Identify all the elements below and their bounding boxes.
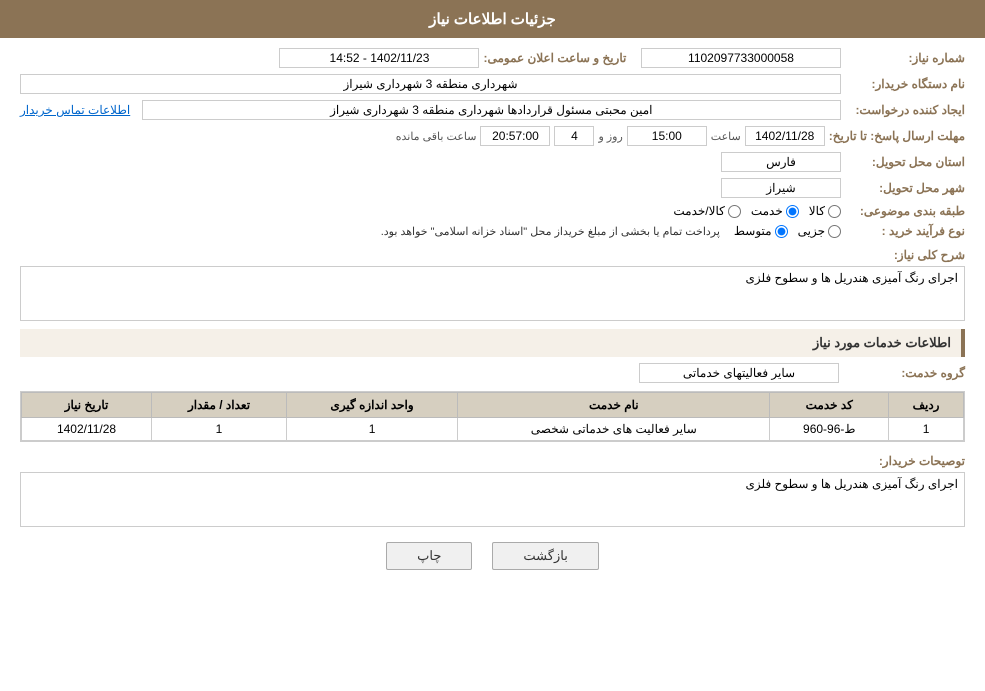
category-label-khedmat: خدمت [751, 204, 783, 218]
deadline-remaining-label: ساعت باقی مانده [396, 130, 477, 143]
table-cell-date: 1402/11/28 [22, 418, 152, 441]
col-header-unit: واحد اندازه گیری [286, 393, 457, 418]
category-option-khedmat[interactable]: خدمت [751, 204, 799, 218]
col-header-code: کد خدمت [770, 393, 889, 418]
category-option-kala-khedmat[interactable]: کالا/خدمت [673, 204, 740, 218]
category-radio-group: کالا خدمت کالا/خدمت [673, 204, 841, 218]
service-group-value: سایر فعالیتهای خدماتی [639, 363, 839, 383]
category-option-kala[interactable]: کالا [809, 204, 841, 218]
process-radio-group: جزیی متوسط [734, 224, 841, 238]
page-title: جزئیات اطلاعات نیاز [429, 11, 556, 28]
need-desc-label: شرح کلی نیاز: [845, 248, 965, 262]
category-label-kala: کالا [809, 204, 825, 218]
need-number-value: 1102097733000058 [641, 48, 841, 68]
need-number-label: شماره نیاز: [845, 51, 965, 65]
deadline-time-label: ساعت [711, 130, 741, 143]
process-option-jozi[interactable]: جزیی [798, 224, 841, 238]
category-label: طبقه بندی موضوعی: [845, 204, 965, 218]
creator-value: امین محبتی مسئول قراردادها شهرداری منطقه… [142, 100, 841, 120]
need-desc-box: اجرای رنگ آمیزی هندریل ها و سطوح فلزی [20, 266, 965, 321]
table-cell-count: 1 [152, 418, 287, 441]
print-button[interactable]: چاپ [386, 542, 472, 570]
announce-label: تاریخ و ساعت اعلان عمومی: [483, 51, 626, 65]
buttons-row: بازگشت چاپ [20, 542, 965, 570]
province-value: فارس [721, 152, 841, 172]
deadline-label: مهلت ارسال پاسخ: تا تاریخ: [829, 129, 965, 143]
process-label: نوع فرآیند خرید : [845, 224, 965, 238]
services-section-title: اطلاعات خدمات مورد نیاز [20, 329, 965, 357]
category-radio-kala[interactable] [828, 205, 841, 218]
process-label-jozi: جزیی [798, 224, 825, 238]
back-button[interactable]: بازگشت [492, 542, 598, 570]
process-note: پرداخت تمام یا بخشی از مبلغ خریداز محل "… [381, 225, 720, 238]
process-radio-jozi[interactable] [828, 225, 841, 238]
buyer-desc-value: اجرای رنگ آمیزی هندریل ها و سطوح فلزی [745, 477, 958, 491]
contact-link[interactable]: اطلاعات تماس خریدار [20, 103, 130, 117]
process-label-mota: متوسط [734, 224, 772, 238]
deadline-time: 15:00 [627, 126, 707, 146]
deadline-days: 4 [554, 126, 594, 146]
need-desc-value: اجرای رنگ آمیزی هندریل ها و سطوح فلزی [745, 271, 958, 285]
page-header: جزئیات اطلاعات نیاز [0, 0, 985, 38]
announce-value: 1402/11/23 - 14:52 [279, 48, 479, 68]
deadline-remaining: 20:57:00 [480, 126, 550, 146]
col-header-date: تاریخ نیاز [22, 393, 152, 418]
category-radio-kala-khedmat[interactable] [728, 205, 741, 218]
table-cell-code: ط-96-960 [770, 418, 889, 441]
col-header-row: ردیف [889, 393, 964, 418]
buyer-desc-label: توصیحات خریدار: [845, 454, 965, 468]
table-cell-row: 1 [889, 418, 964, 441]
process-radio-mota[interactable] [775, 225, 788, 238]
buyer-org-value: شهرداری منطقه 3 شهرداری شیراز [20, 74, 841, 94]
city-value: شیراز [721, 178, 841, 198]
services-table-container: ردیف کد خدمت نام خدمت واحد اندازه گیری ت… [20, 391, 965, 442]
category-label-kala-khedmat: کالا/خدمت [673, 204, 724, 218]
table-cell-name: سایر فعالیت های خدماتی شخصی [458, 418, 770, 441]
buyer-desc-box: اجرای رنگ آمیزی هندریل ها و سطوح فلزی [20, 472, 965, 527]
category-radio-khedmat[interactable] [786, 205, 799, 218]
process-option-mota[interactable]: متوسط [734, 224, 788, 238]
service-group-label: گروه خدمت: [845, 366, 965, 380]
deadline-date: 1402/11/28 [745, 126, 825, 146]
deadline-days-label: روز و [598, 130, 622, 143]
col-header-name: نام خدمت [458, 393, 770, 418]
city-label: شهر محل تحویل: [845, 181, 965, 195]
table-cell-unit: 1 [286, 418, 457, 441]
creator-label: ایجاد کننده درخواست: [845, 103, 965, 117]
province-label: استان محل تحویل: [845, 155, 965, 169]
col-header-count: تعداد / مقدار [152, 393, 287, 418]
services-table: ردیف کد خدمت نام خدمت واحد اندازه گیری ت… [21, 392, 964, 441]
buyer-org-label: نام دستگاه خریدار: [845, 77, 965, 91]
table-row: 1ط-96-960سایر فعالیت های خدماتی شخصی1114… [22, 418, 964, 441]
